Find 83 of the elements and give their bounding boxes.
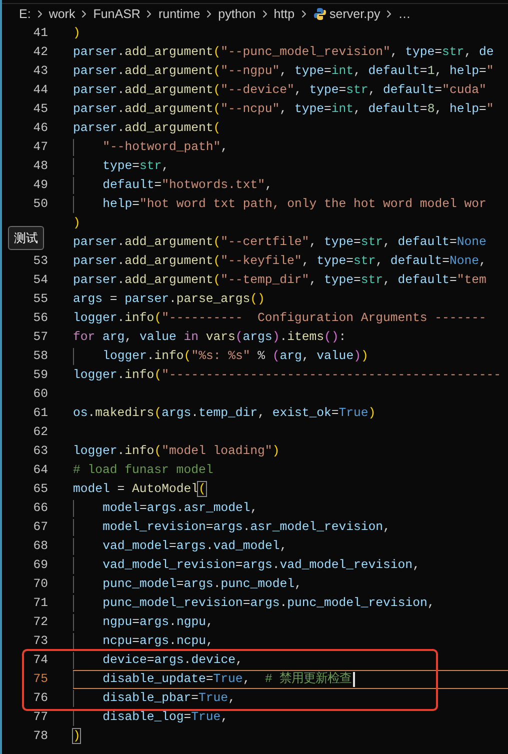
code-line: punc_model_revision=args.punc_model_revision, (102, 595, 435, 612)
line-number: 44 (33, 82, 48, 99)
code-line: parser.add_argument("--punc_model_revision", type=str, de (73, 44, 494, 61)
code-line: parser.add_argument("--temp_dir", type=str, default="tem (73, 272, 486, 289)
line-number: 41 (33, 25, 48, 42)
code-line: model=args.asr_model, (102, 500, 258, 517)
line-number: 54 (33, 272, 48, 289)
line-number: 71 (33, 595, 48, 612)
line-number: 68 (33, 538, 48, 555)
line-number: 77 (33, 709, 48, 726)
code-line: default="hotwords.txt", (102, 177, 272, 194)
code-line: parser.add_argument("--keyfile", type=str, default=None, (73, 253, 486, 270)
line-number: 66 (33, 500, 48, 517)
breadcrumb-item[interactable]: FunASR (93, 4, 140, 24)
line-number: 75 (33, 671, 48, 688)
line-number: 63 (33, 443, 48, 460)
code-line: ncpu=args.ncpu, (102, 633, 214, 650)
line-number: 46 (33, 120, 48, 137)
line-number: 50 (33, 196, 48, 213)
code-line: disable_log=True, (102, 709, 228, 726)
breadcrumb-item[interactable]: work (48, 4, 76, 24)
breadcrumb-item[interactable]: python (218, 4, 256, 24)
code-line: os.makedirs(args.temp_dir, exist_ok=True) (73, 405, 376, 422)
breadcrumb-item[interactable]: runtime (158, 4, 200, 24)
line-number: 58 (33, 348, 48, 365)
line-number: 78 (33, 728, 48, 745)
code-line: # load funasr model (73, 462, 214, 479)
tooltip: 测试 (8, 226, 44, 250)
line-number: 73 (33, 633, 48, 650)
code-line: parser.add_argument("--ngpu", type=int, default=1, help=" (73, 63, 494, 80)
code-line: "--hotword_path", (102, 139, 228, 156)
line-number: 72 (33, 614, 48, 631)
line-number: 62 (33, 424, 48, 441)
code-line: for arg, value in vars(args).items(): (73, 329, 346, 346)
code-line: help="hot word txt path, only the hot word model wor (102, 196, 486, 213)
code-line: args = parser.parse_args() (73, 291, 265, 308)
line-number: 47 (33, 139, 48, 156)
code-line: ) (73, 215, 80, 232)
line-number: 49 (33, 177, 48, 194)
line-number: 57 (33, 329, 48, 346)
code-line: vad_model=args.vad_model, (102, 538, 288, 555)
line-number: 74 (33, 652, 48, 669)
code-line: logger.info("model loading") (73, 443, 280, 460)
code-line: parser.add_argument("--device", type=str, default="cuda" (73, 82, 486, 99)
code-line: device=args.device, (102, 652, 243, 669)
code-line: logger.info("%s: %s" % (arg, value)) (102, 348, 368, 365)
code-line: disable_update=True, # 禁用更新检查 (102, 670, 352, 688)
code-line: disable_pbar=True, (102, 690, 236, 707)
code-line: parser.add_argument( (73, 120, 221, 137)
code-line: ) (73, 728, 80, 745)
line-number: 53 (33, 253, 48, 270)
breadcrumb-item[interactable]: http (274, 4, 295, 24)
code-line: ) (73, 25, 80, 42)
line-number: 65 (33, 481, 48, 498)
line-number: 64 (33, 462, 48, 479)
code-line: model = AutoModel( (73, 481, 206, 498)
code-line: punc_model=args.punc_model, (102, 576, 302, 593)
line-number: 48 (33, 158, 48, 175)
code-line: logger.info("--------------------------------------------- (73, 367, 502, 384)
line-number: 61 (33, 405, 48, 422)
code-line: vad_model_revision=args.vad_model_revision, (102, 557, 420, 574)
line-number: 67 (33, 519, 48, 536)
line-number: 43 (33, 63, 48, 80)
file-type-icon (312, 7, 327, 21)
line-number: 55 (33, 291, 48, 308)
line-number: 60 (33, 386, 48, 403)
breadcrumb-item[interactable]: … (398, 4, 411, 24)
code-line: model_revision=args.asr_model_revision, (102, 519, 390, 536)
code-line: ngpu=args.ngpu, (102, 614, 214, 631)
line-number: 45 (33, 101, 48, 118)
line-number: 59 (33, 367, 48, 384)
breadcrumb-item[interactable]: E: (19, 4, 31, 24)
line-number: 70 (33, 576, 48, 593)
line-number: 56 (33, 310, 48, 327)
text-cursor (352, 672, 355, 687)
line-number: 76 (33, 690, 48, 707)
code-line: parser.add_argument("--ncpu", type=int, default=8, help=" (73, 101, 494, 118)
code-line: type=str, (102, 158, 170, 175)
code-line: logger.info("---------- Configuration Arguments ------- (73, 310, 486, 327)
code-line: parser.add_argument("--certfile", type=str, default=None (73, 234, 486, 251)
line-number: 69 (33, 557, 48, 574)
line-number: 42 (33, 44, 48, 61)
breadcrumb-item[interactable]: server.py (330, 4, 380, 24)
